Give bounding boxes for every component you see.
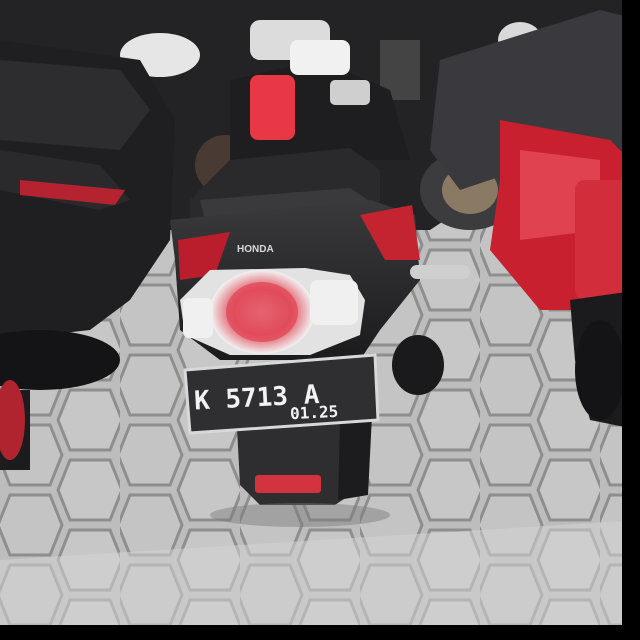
license-plate: K 5713 A 01.25 xyxy=(183,353,380,435)
black-border-right xyxy=(622,0,640,640)
plate-expiry: 01.25 xyxy=(290,402,339,423)
honda-badge: HONDA xyxy=(237,244,274,255)
photo-scene: HONDA K 5713 A 01.25 xyxy=(0,0,640,640)
black-border-bottom xyxy=(0,625,640,640)
